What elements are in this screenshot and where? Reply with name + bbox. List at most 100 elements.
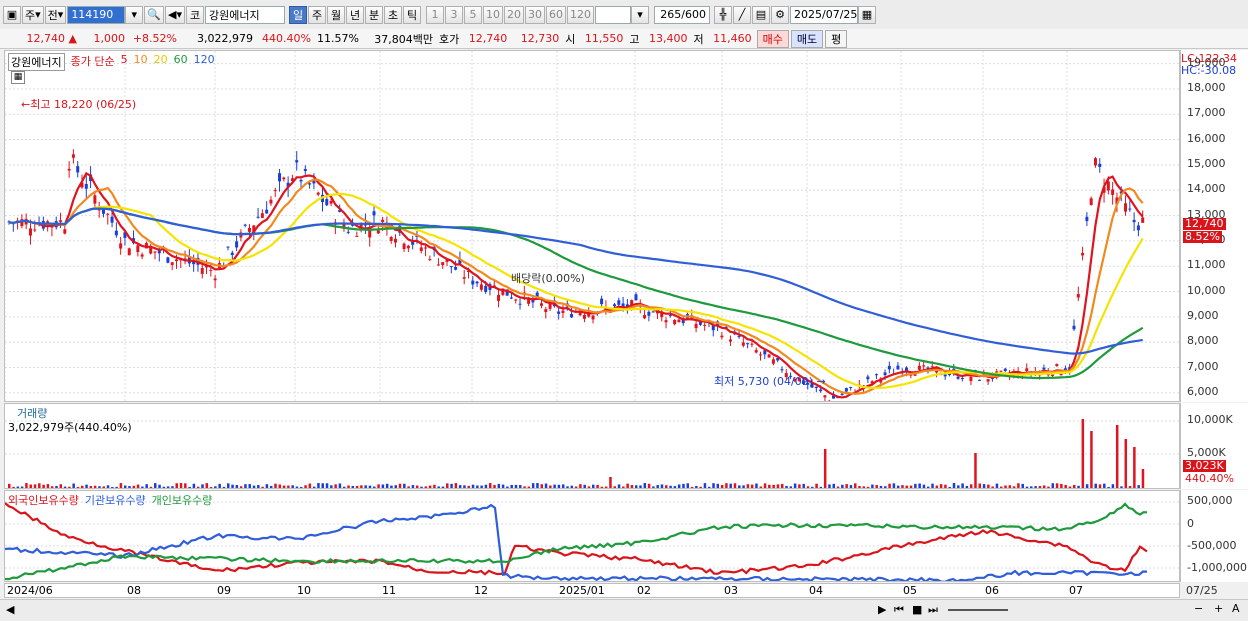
candle-body	[887, 365, 891, 370]
volume-bar	[244, 484, 247, 488]
candle-body	[63, 229, 67, 234]
search-icon[interactable]: 🔍	[144, 5, 165, 24]
candle-body	[84, 183, 88, 189]
volume-bar	[484, 484, 488, 488]
interval-10-button[interactable]: 10	[483, 5, 503, 24]
volume-bar	[265, 484, 269, 488]
draw-icon[interactable]: ╱	[733, 5, 751, 24]
interval-20-button[interactable]: 20	[504, 5, 524, 24]
period-minute-tab[interactable]: 분	[365, 5, 383, 24]
window-icon[interactable]: ▣	[3, 5, 21, 24]
interval-5-button[interactable]: 5	[464, 5, 482, 24]
candle-body	[634, 294, 638, 301]
dropdown-icon[interactable]: ▾	[125, 5, 144, 24]
candle-body	[1042, 367, 1046, 370]
sell-button[interactable]: 매도	[790, 29, 824, 48]
play-icon[interactable]: ⏭	[928, 603, 938, 617]
ma60-legend[interactable]: 60	[174, 53, 188, 71]
price-legend: 강원에너지 종가 단순 5 10 20 60 120	[8, 53, 215, 71]
low-value: 11,460	[713, 32, 752, 45]
candle-body	[93, 195, 97, 204]
candle-body	[209, 269, 213, 271]
candle-body	[119, 243, 123, 249]
volume-bar	[317, 483, 320, 488]
font-size-icon[interactable]: A	[1232, 602, 1240, 615]
eval-button[interactable]: 평	[825, 29, 848, 48]
period-day-tab[interactable]: 일	[289, 5, 307, 24]
price-chart[interactable]	[5, 51, 1180, 402]
zoom-in-icon[interactable]: +	[1214, 602, 1223, 615]
speaker-icon[interactable]: ◀▾	[165, 5, 185, 24]
volume-bar	[823, 449, 827, 488]
candle-icon[interactable]: ╬	[714, 5, 732, 24]
investor-panel[interactable]: 외국인보유수량 기관보유수량 개인보유수량	[4, 490, 1180, 582]
price-chart-panel[interactable]: 강원에너지 종가 단순 5 10 20 60 120 ▦ ←최고 18,220 …	[4, 50, 1180, 402]
volume-bar	[1012, 486, 1016, 488]
interval-custom-input[interactable]	[595, 5, 631, 24]
period-second-tab[interactable]: 초	[384, 5, 402, 24]
price-tick: 14,000	[1187, 182, 1226, 196]
stop-icon[interactable]: ■	[912, 603, 922, 616]
ma10-legend[interactable]: 10	[134, 53, 148, 71]
interval-dropdown-icon[interactable]: ▾	[631, 5, 649, 24]
volume-bar	[952, 483, 956, 488]
interval-3-button[interactable]: 3	[445, 5, 463, 24]
scroll-track[interactable]	[948, 609, 1008, 611]
buy-button[interactable]: 매수	[756, 29, 789, 48]
market-select-2[interactable]: 전 ▾	[44, 5, 67, 24]
save-icon[interactable]: ▤	[752, 5, 770, 24]
volume-bar	[166, 486, 170, 488]
interval-30-button[interactable]: 30	[525, 5, 545, 24]
gear-icon[interactable]: ⚙	[771, 5, 789, 24]
change-value: 1,000	[93, 32, 126, 45]
scroll-right-icon[interactable]: ▶	[878, 603, 886, 616]
period-month-tab[interactable]: 월	[327, 5, 345, 24]
calendar-icon[interactable]: ▦	[858, 5, 876, 24]
volume-bar	[321, 483, 324, 488]
volume-bar	[896, 485, 900, 488]
interval-1-button[interactable]: 1	[426, 5, 444, 24]
ma120-legend[interactable]: 120	[194, 53, 215, 71]
volume-bar	[677, 484, 681, 488]
candle-body	[226, 246, 230, 248]
prefix-button[interactable]: 코	[186, 5, 204, 24]
period-year-tab[interactable]: 년	[346, 5, 364, 24]
volume-bar	[377, 484, 380, 488]
volume-bar	[364, 485, 367, 488]
ma20-legend[interactable]: 20	[154, 53, 168, 71]
count-input[interactable]: 265/600	[654, 5, 710, 24]
volume-bar	[38, 483, 41, 488]
stock-legend[interactable]: 강원에너지	[8, 53, 65, 71]
rewind-icon[interactable]: ⏮	[894, 603, 904, 617]
candle-body	[720, 335, 724, 338]
last-pct-tag: 8.52%	[1183, 230, 1222, 243]
volume-panel[interactable]: 거래량 3,022,979주(440.40%)	[4, 403, 1180, 489]
candle-body	[174, 259, 178, 262]
code-input[interactable]: 114190	[67, 5, 126, 24]
volume-bar	[1017, 483, 1020, 488]
zoom-out-icon[interactable]: −	[1194, 602, 1203, 615]
candle-body	[978, 379, 982, 381]
individual-legend[interactable]: 개인보유수량	[152, 492, 213, 508]
volume-bar	[68, 486, 71, 488]
volume-bar	[59, 484, 63, 488]
market-select[interactable]: 주 ▾	[22, 5, 44, 24]
volume-bar	[1047, 486, 1050, 488]
date-input[interactable]: 2025/07/25	[790, 5, 858, 24]
institution-legend[interactable]: 기관보유수량	[85, 492, 146, 508]
scroll-left-icon[interactable]: ◀	[6, 603, 14, 616]
volume-bar	[536, 483, 539, 488]
volume-bar	[205, 483, 209, 488]
candle-body	[570, 314, 574, 318]
volume-chart[interactable]	[5, 404, 1180, 489]
ma5-legend[interactable]: 5	[121, 53, 128, 71]
volume-bar	[772, 484, 775, 488]
interval-60-button[interactable]: 60	[546, 5, 566, 24]
interval-120-button[interactable]: 120	[567, 5, 594, 24]
table-icon[interactable]: ▦	[11, 71, 25, 84]
period-week-tab[interactable]: 주	[308, 5, 326, 24]
foreign-legend[interactable]: 외국인보유수량	[8, 492, 79, 508]
volume-bar	[46, 484, 50, 488]
period-tick-tab[interactable]: 틱	[403, 5, 421, 24]
volume-bar	[523, 486, 526, 488]
